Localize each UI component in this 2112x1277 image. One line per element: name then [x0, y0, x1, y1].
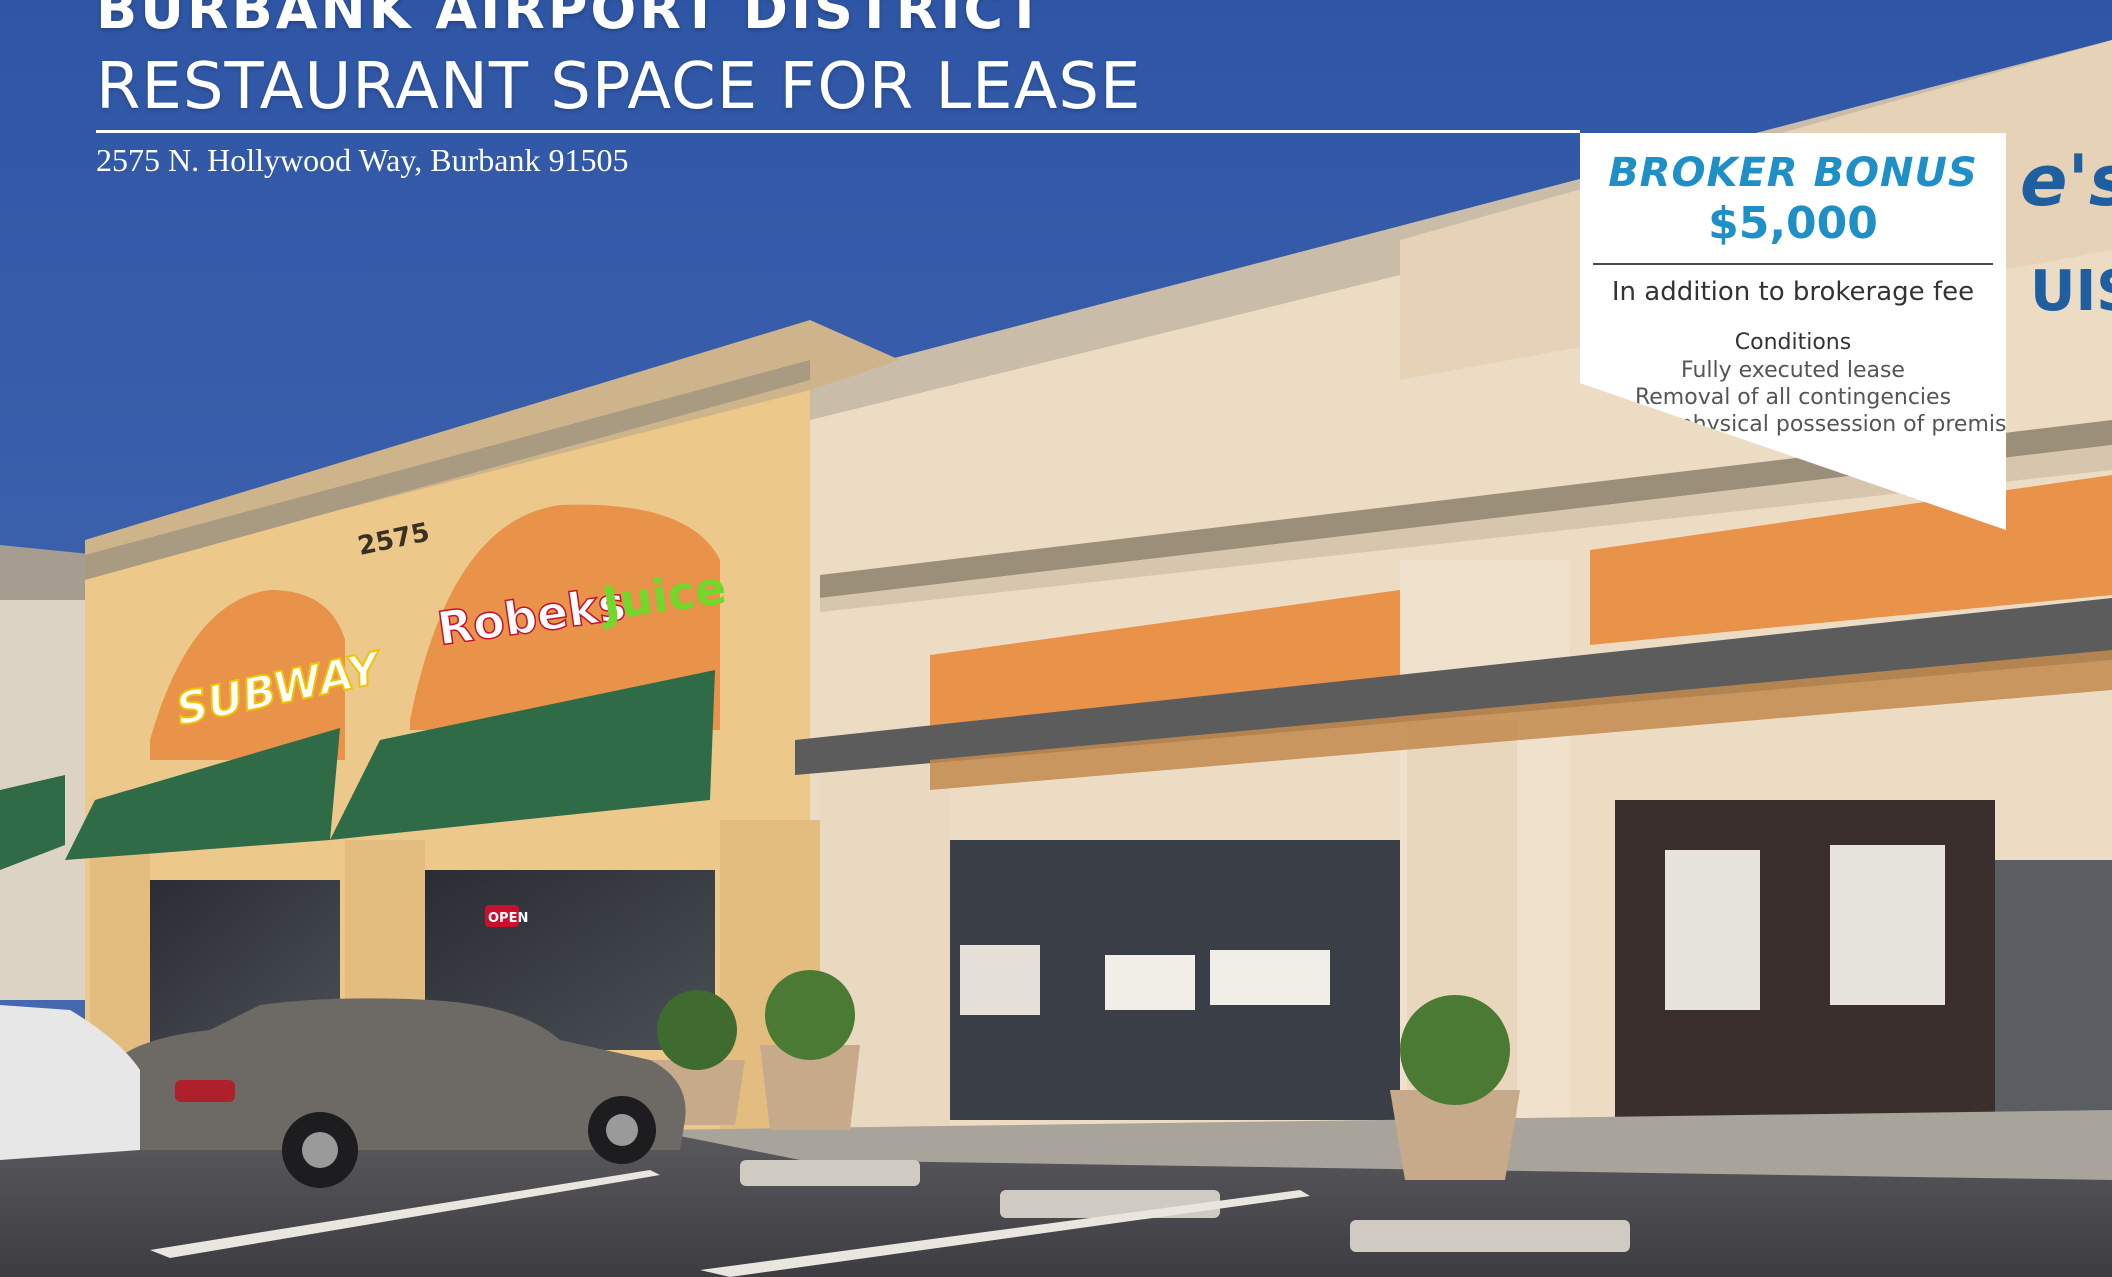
property-address: 2575 N. Hollywood Way, Burbank 91505 — [96, 142, 629, 178]
header-divider — [96, 130, 1580, 133]
partial-sign: e's — [2020, 140, 2112, 222]
conditions-heading: Conditions — [1734, 330, 1852, 355]
open-sign: OPEN — [488, 911, 528, 926]
subhead: RESTAURANT SPACE FOR LEASE — [96, 50, 1142, 124]
broker-bonus-amount: $5,000 — [1708, 198, 1878, 249]
partial-sign-2: UISI — [2030, 259, 2112, 324]
bonus-divider — [1593, 263, 1993, 265]
headline: BURBANK AIRPORT DISTRICT — [96, 0, 1046, 41]
condition-item: Fully executed lease — [1681, 358, 1905, 383]
bonus-note: In addition to brokerage fee — [1611, 277, 1975, 307]
broker-bonus-title: BROKER BONUS — [1608, 150, 1978, 196]
